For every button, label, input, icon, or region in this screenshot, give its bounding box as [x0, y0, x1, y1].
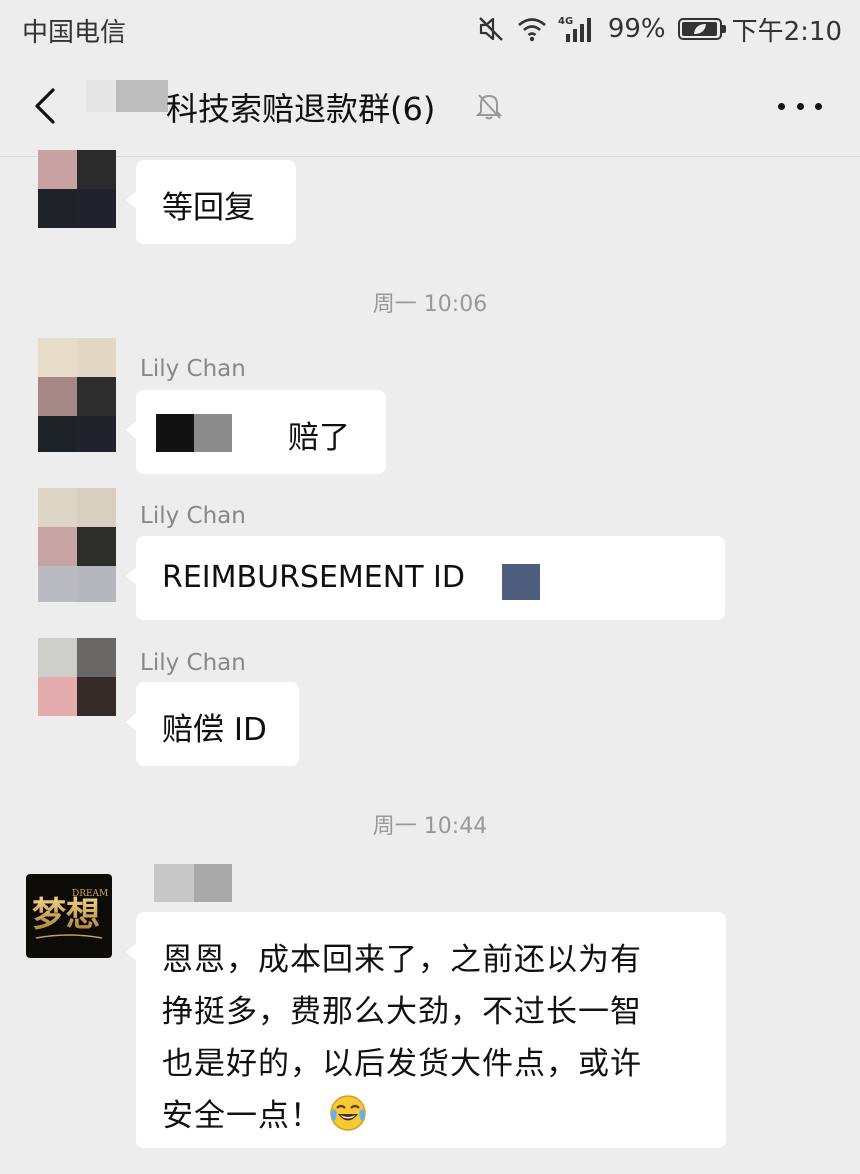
- avatar[interactable]: 梦想 DREAM: [26, 874, 112, 958]
- status-icons: 4G 99% 下午2:10: [476, 10, 842, 48]
- mute-icon: [476, 14, 506, 44]
- sender-name: Lily Chan: [140, 356, 246, 382]
- more-dots-icon: [778, 102, 785, 110]
- redacted-sender-name: [194, 864, 232, 902]
- dream-subtext: DREAM: [72, 889, 108, 899]
- redacted-block: [156, 414, 194, 452]
- message-line: 也是好的，以后发货大件点，或许: [162, 1046, 642, 1082]
- status-bar: 中国电信 4G 99% 下午2:10: [0, 0, 860, 58]
- dream-text: 梦想: [32, 895, 100, 935]
- redacted-block: [194, 414, 232, 452]
- message-bubble[interactable]: 恩恩，成本回来了，之前还以为有 挣挺多，费那么大劲，不过长一智 也是好的，以后发…: [126, 912, 726, 1149]
- chat-header: 科技索赔退款群(6): [0, 58, 860, 157]
- wifi-icon: [516, 14, 548, 44]
- redacted-block: [502, 564, 540, 600]
- message-line: 恩恩，成本回来了，之前还以为有: [162, 942, 642, 978]
- more-options-button[interactable]: [778, 88, 822, 124]
- leaf-icon: [693, 24, 706, 34]
- message-text: 赔偿 ID: [162, 712, 267, 748]
- message-text: 等回复: [162, 190, 255, 226]
- timestamp: 周一 10:06: [372, 292, 488, 317]
- chat-title: 科技索赔退款群(6): [166, 90, 436, 128]
- sender-name: Lily Chan: [140, 650, 246, 676]
- clock: 下午2:10: [731, 16, 842, 47]
- carrier-label: 中国电信: [22, 18, 127, 48]
- message-bubble[interactable]: 赔偿 ID: [126, 682, 299, 766]
- message-bubble[interactable]: REIMBURSEMENT ID: [126, 536, 725, 620]
- avatar[interactable]: [38, 150, 116, 228]
- face-with-tears-of-joy-icon: [328, 1093, 368, 1149]
- back-button[interactable]: [20, 80, 68, 132]
- signal-icon: 4G: [558, 14, 598, 44]
- message-line: 安全一点！: [162, 1098, 322, 1134]
- message-text: 恩恩，成本回来了，之前还以为有 挣挺多，费那么大劲，不过长一智 也是好的，以后发…: [162, 934, 722, 1149]
- message-text: 赔了: [288, 420, 350, 456]
- redacted-sender-name: [154, 864, 194, 902]
- battery-icon: [677, 18, 726, 40]
- avatar[interactable]: [38, 638, 116, 716]
- redacted-title-block: [86, 80, 168, 112]
- battery-percent: 99%: [607, 14, 666, 44]
- timestamp: 周一 10:44: [372, 814, 488, 839]
- sender-name: Lily Chan: [140, 503, 246, 529]
- message-bubble[interactable]: 赔了: [126, 390, 386, 474]
- message-line: 挣挺多，费那么大劲，不过长一智: [162, 994, 642, 1030]
- avatar[interactable]: [38, 488, 116, 602]
- network-type-label: 4G: [558, 16, 573, 27]
- avatar[interactable]: [38, 338, 116, 452]
- message-bubble[interactable]: 等回复: [126, 160, 296, 244]
- message-text: REIMBURSEMENT ID: [162, 560, 466, 595]
- dream-logo-icon: 梦想 DREAM: [32, 889, 108, 939]
- muted-bell-icon: [474, 90, 504, 126]
- back-chevron-icon: [35, 88, 55, 124]
